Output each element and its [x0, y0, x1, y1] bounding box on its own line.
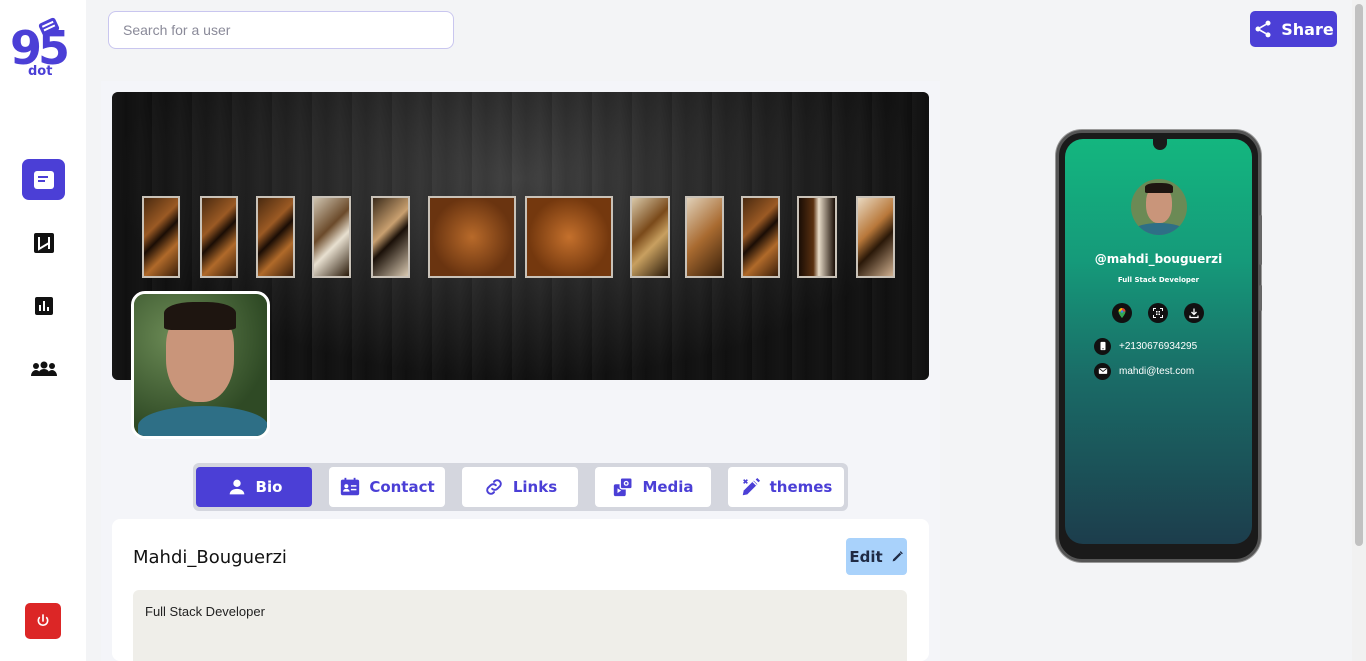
cover-strip — [371, 196, 410, 278]
tab-themes-label: themes — [769, 478, 833, 496]
paint-icon — [742, 477, 760, 496]
mail-icon — [1094, 362, 1111, 380]
cover-strip — [428, 196, 516, 278]
preview-download-button[interactable] — [1184, 303, 1204, 323]
sidebar-item-profile[interactable] — [22, 159, 65, 200]
cover-strip — [630, 196, 670, 278]
qr-scan-icon — [1153, 308, 1163, 318]
cover-strip — [685, 196, 724, 278]
preview-phone-row[interactable]: +2130676934295 — [1094, 337, 1197, 355]
cover-strip — [856, 196, 895, 278]
users-icon — [30, 361, 57, 376]
cover-strip — [312, 196, 351, 278]
preview-qr-button[interactable] — [1148, 303, 1168, 323]
scrollbar-thumb[interactable] — [1355, 4, 1363, 546]
preview-role: Full Stack Developer — [1117, 276, 1200, 284]
sidebar-item-team[interactable] — [22, 348, 65, 389]
phone-icon — [1094, 337, 1111, 355]
tab-links-label: Links — [512, 478, 558, 496]
cover-strip — [200, 196, 238, 278]
share-label: Share — [1281, 19, 1334, 39]
preview-avatar — [1131, 179, 1187, 235]
tab-contact[interactable]: Contact — [329, 467, 445, 507]
power-icon — [37, 614, 49, 627]
profile-tabs: Bio Contact Links Media themes — [193, 463, 848, 511]
preview-email-row[interactable]: mahdi@test.com — [1094, 362, 1194, 380]
sidebar: 95 dot — [0, 0, 86, 661]
tab-media-label: Media — [642, 478, 694, 496]
phone-side-button — [1259, 215, 1262, 265]
logout-button[interactable] — [25, 603, 61, 639]
nfc-icon — [33, 232, 54, 253]
tab-contact-label: Contact — [369, 478, 435, 496]
cover-strip — [741, 196, 780, 278]
sidebar-item-nfc[interactable] — [22, 222, 65, 263]
tab-links[interactable]: Links — [462, 467, 578, 507]
sidebar-item-analytics[interactable] — [22, 285, 65, 326]
bio-name: Mahdi_Bouguerzi — [133, 547, 287, 568]
phone-side-button — [1259, 285, 1262, 311]
edit-button[interactable]: Edit — [846, 538, 907, 575]
card-icon — [33, 170, 54, 189]
search-input[interactable] — [108, 11, 454, 49]
preview-phone: +2130676934295 — [1119, 340, 1198, 352]
map-pin-icon — [1118, 308, 1126, 318]
pencil-icon — [892, 551, 903, 562]
preview-location-button[interactable] — [1112, 303, 1132, 323]
logo[interactable]: 95 dot — [10, 16, 78, 82]
cover-strip — [142, 196, 180, 278]
chart-icon — [34, 296, 53, 315]
tab-themes[interactable]: themes — [728, 467, 844, 507]
user-icon — [229, 479, 244, 495]
page-scrollbar[interactable] — [1352, 0, 1366, 661]
logo-sub: dot — [28, 64, 53, 79]
profile-avatar[interactable] — [131, 291, 270, 439]
cover-strip — [525, 196, 613, 278]
media-icon — [614, 477, 634, 497]
bio-textarea[interactable]: Full Stack Developer — [133, 590, 907, 661]
tab-bio-label: Bio — [255, 478, 283, 496]
edit-label: Edit — [849, 547, 883, 566]
share-icon — [1255, 20, 1271, 38]
tab-media[interactable]: Media — [595, 467, 711, 507]
preview-username: @mahdi_bouguerzi — [1094, 252, 1223, 266]
download-icon — [1189, 308, 1199, 319]
tab-bio[interactable]: Bio — [196, 467, 312, 507]
contact-card-icon — [341, 477, 360, 496]
preview-email: mahdi@test.com — [1119, 365, 1195, 377]
share-button[interactable]: Share — [1250, 11, 1337, 47]
link-icon — [486, 479, 502, 495]
cover-strip — [256, 196, 295, 278]
cover-strip — [797, 196, 837, 278]
